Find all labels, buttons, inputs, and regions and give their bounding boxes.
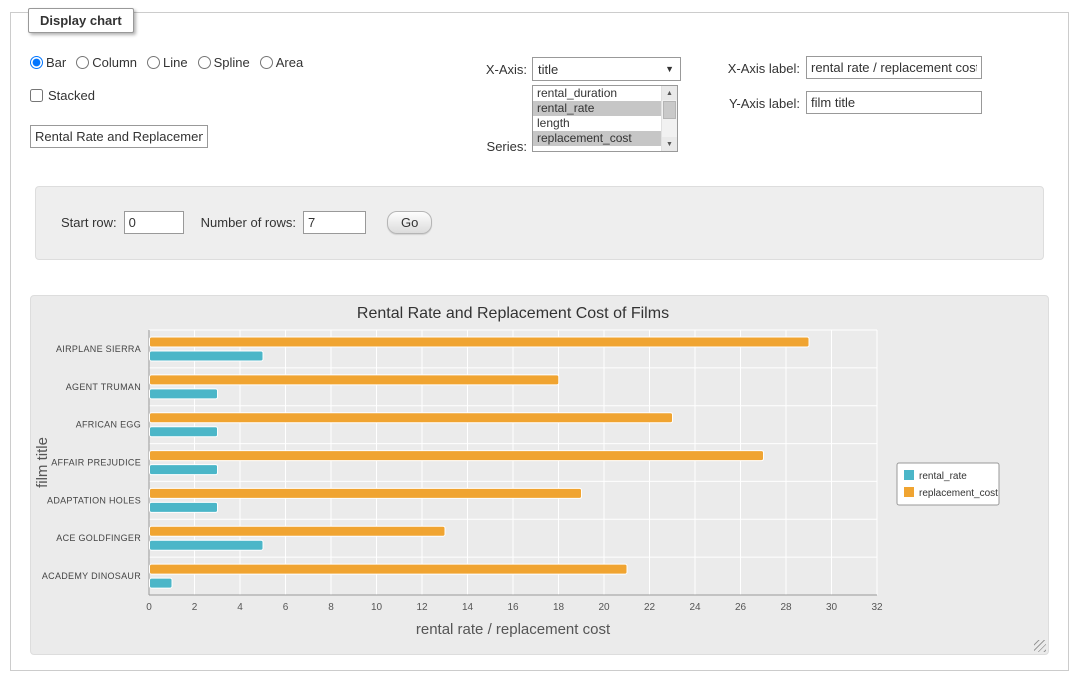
rows-form: Start row: Number of rows: Go [61, 211, 432, 234]
x-tick-label: 16 [507, 602, 519, 613]
x-tick-label: 30 [826, 602, 838, 613]
num-rows-label: Number of rows: [201, 215, 296, 230]
x-tick-label: 26 [735, 602, 747, 613]
bar-replacement_cost[interactable] [150, 564, 628, 574]
series-listbox[interactable]: rental_durationrental_ratelengthreplacem… [532, 85, 678, 152]
radio-option-spline[interactable]: Spline [198, 55, 250, 70]
bar-rental_rate[interactable] [150, 540, 264, 550]
bar-rental_rate[interactable] [150, 502, 218, 512]
radio-bar[interactable] [30, 56, 43, 69]
go-button[interactable]: Go [387, 211, 432, 234]
scroll-thumb[interactable] [663, 101, 676, 119]
x-tick-label: 32 [871, 602, 883, 613]
series-scrollbar[interactable]: ▲ ▼ [661, 86, 677, 151]
bar-replacement_cost[interactable] [150, 337, 810, 347]
x-tick-label: 0 [146, 602, 152, 613]
bar-rental_rate[interactable] [150, 351, 264, 361]
series-option[interactable]: rental_duration [533, 86, 661, 101]
num-rows-input[interactable] [303, 211, 366, 234]
x-tick-label: 6 [283, 602, 289, 613]
legend-label[interactable]: replacement_cost [919, 488, 998, 499]
bar-rental_rate[interactable] [150, 578, 173, 588]
radio-option-area[interactable]: Area [260, 55, 303, 70]
chart-title: Rental Rate and Replacement Cost of Film… [357, 305, 669, 322]
scroll-down-icon[interactable]: ▼ [662, 137, 677, 151]
legend-swatch-replacement_cost[interactable] [904, 487, 914, 497]
radio-label: Line [163, 55, 188, 70]
x-tick-label: 20 [598, 602, 610, 613]
stacked-label: Stacked [48, 88, 95, 103]
category-label: AIRPLANE SIERRA [56, 344, 141, 354]
category-label: ACE GOLDFINGER [56, 533, 141, 543]
series-listbox-items: rental_durationrental_ratelengthreplacem… [533, 86, 661, 151]
series-option[interactable]: length [533, 116, 661, 131]
x-axis-select[interactable]: title ▼ [532, 57, 681, 81]
radio-column[interactable] [76, 56, 89, 69]
x-axis-selected-value: title [538, 62, 558, 77]
x-tick-label: 4 [237, 602, 243, 613]
rows-panel: Start row: Number of rows: Go [35, 186, 1044, 260]
category-label: AFFAIR PREJUDICE [51, 458, 141, 468]
legend-swatch-rental_rate[interactable] [904, 470, 914, 480]
x-tick-label: 14 [462, 602, 474, 613]
radio-option-bar[interactable]: Bar [30, 55, 66, 70]
x-tick-label: 2 [192, 602, 198, 613]
start-row-input[interactable] [124, 211, 184, 234]
resize-handle-icon[interactable] [1034, 640, 1046, 652]
x-axis-title: rental rate / replacement cost [416, 621, 611, 638]
chart-svg: 02468101214161820222426283032AIRPLANE SI… [31, 296, 1048, 654]
x-axis-label-field-label: X-Axis label: [697, 61, 800, 76]
series-option[interactable]: replacement_cost [533, 131, 661, 146]
series-label: Series: [417, 139, 527, 154]
chart-container: 02468101214161820222426283032AIRPLANE SI… [30, 295, 1049, 655]
category-label: ACADEMY DINOSAUR [42, 571, 141, 581]
bar-rental_rate[interactable] [150, 389, 218, 399]
radio-spline[interactable] [198, 56, 211, 69]
x-tick-label: 28 [780, 602, 792, 613]
y-axis-title: film title [34, 437, 51, 488]
bar-replacement_cost[interactable] [150, 451, 764, 461]
radio-option-line[interactable]: Line [147, 55, 188, 70]
y-axis-label-field-label: Y-Axis label: [697, 96, 800, 111]
chart-title-input[interactable] [30, 125, 208, 148]
radio-area[interactable] [260, 56, 273, 69]
x-tick-label: 22 [644, 602, 656, 613]
stacked-option[interactable]: Stacked [30, 88, 95, 103]
legend-label[interactable]: rental_rate [919, 471, 967, 482]
radio-line[interactable] [147, 56, 160, 69]
x-axis-label-input[interactable] [806, 56, 982, 79]
stacked-checkbox[interactable] [30, 89, 43, 102]
category-label: ADAPTATION HOLES [47, 495, 141, 505]
chart-type-radios: Bar Column Line Spline Area [30, 55, 303, 70]
bar-replacement_cost[interactable] [150, 526, 446, 536]
bar-replacement_cost[interactable] [150, 375, 559, 385]
radio-label: Column [92, 55, 137, 70]
x-tick-label: 10 [371, 602, 383, 613]
x-tick-label: 12 [416, 602, 428, 613]
bar-rental_rate[interactable] [150, 465, 218, 475]
bar-rental_rate[interactable] [150, 427, 218, 437]
series-option[interactable]: rental_rate [533, 101, 661, 116]
category-label: AGENT TRUMAN [66, 382, 141, 392]
x-tick-label: 24 [689, 602, 701, 613]
radio-label: Area [276, 55, 303, 70]
y-axis-label-input[interactable] [806, 91, 982, 114]
panel-legend: Display chart [28, 8, 134, 33]
x-tick-label: 8 [328, 602, 334, 613]
x-axis-label: X-Axis: [417, 62, 527, 77]
radio-option-column[interactable]: Column [76, 55, 137, 70]
start-row-label: Start row: [61, 215, 117, 230]
radio-label: Bar [46, 55, 66, 70]
scroll-up-icon[interactable]: ▲ [662, 86, 677, 100]
chevron-down-icon: ▼ [665, 64, 674, 74]
radio-label: Spline [214, 55, 250, 70]
x-tick-label: 18 [553, 602, 565, 613]
category-label: AFRICAN EGG [76, 420, 141, 430]
bar-replacement_cost[interactable] [150, 413, 673, 423]
bar-replacement_cost[interactable] [150, 488, 582, 498]
